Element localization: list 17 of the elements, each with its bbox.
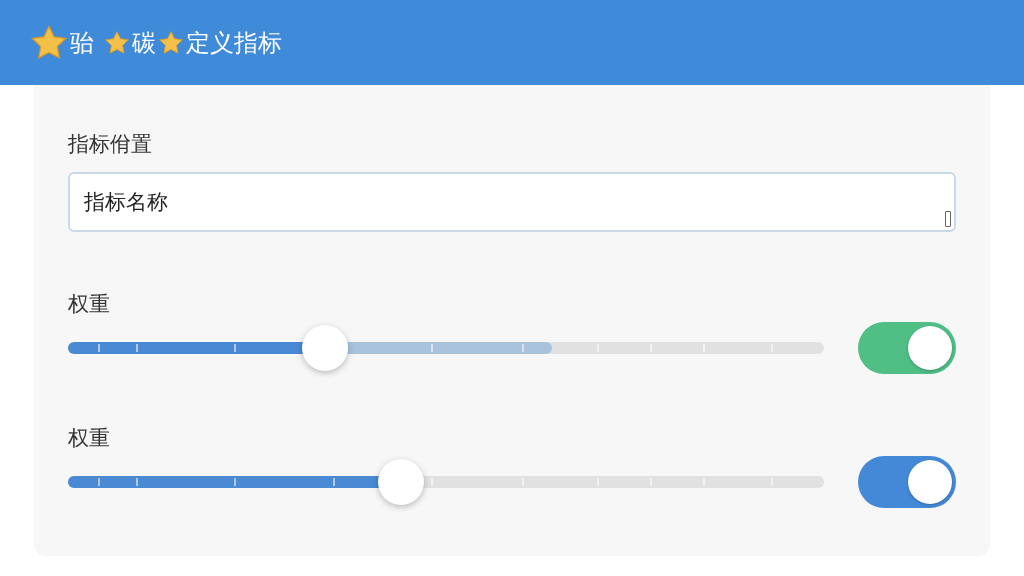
- star-icon: [158, 29, 184, 56]
- slider-thumb[interactable]: [302, 325, 349, 371]
- toggle-switch[interactable]: [858, 322, 956, 374]
- slider-label: 权重: [68, 291, 111, 318]
- slider[interactable]: [68, 325, 824, 371]
- toggle-switch[interactable]: [858, 456, 956, 508]
- header-title: 碳: [132, 27, 156, 59]
- slider-thumb[interactable]: [377, 459, 424, 505]
- star-icon: [30, 23, 68, 62]
- star-icon: [104, 29, 130, 56]
- header-title: 定义指标: [186, 27, 282, 59]
- header-title: 骀: [70, 27, 94, 59]
- slider[interactable]: [68, 459, 824, 505]
- name-field[interactable]: 指标名称: [68, 172, 956, 232]
- slider-label: 权重: [68, 425, 111, 452]
- field-label: 指标佾置: [68, 131, 153, 158]
- resize-handle-icon: [945, 211, 951, 227]
